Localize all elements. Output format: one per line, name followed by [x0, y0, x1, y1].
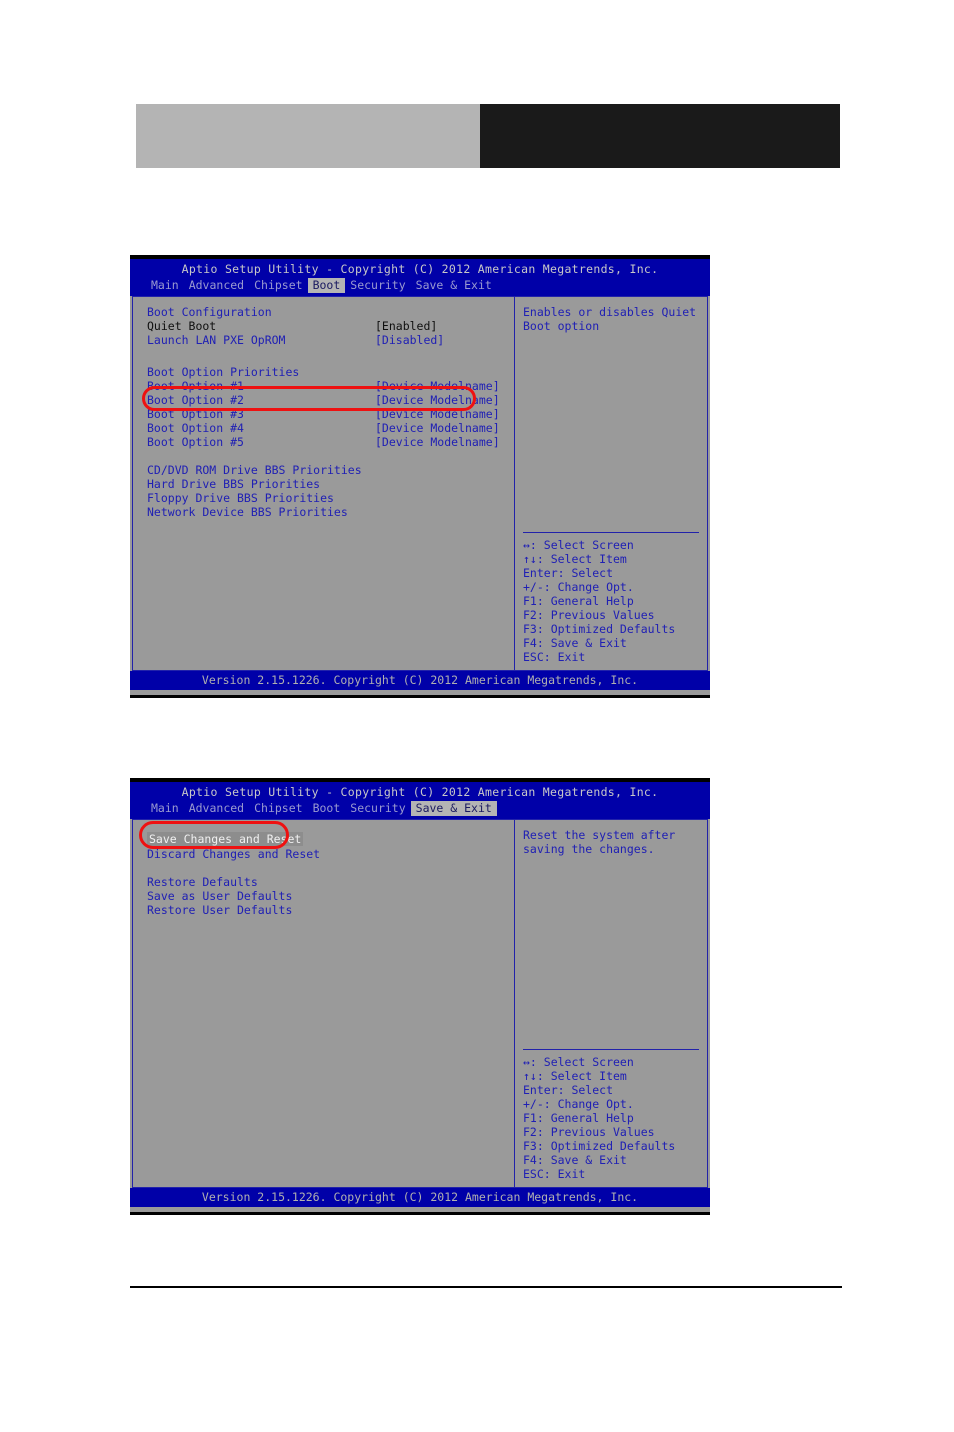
- tab-boot-2[interactable]: Boot: [308, 801, 346, 816]
- key-legend-save-exit: ↔: Select Screen ↑↓: Select Item Enter: …: [523, 1055, 699, 1187]
- document-header-banner: [136, 104, 840, 168]
- bbs-link-hard-drive[interactable]: Hard Drive BBS Priorities: [147, 477, 514, 491]
- help-text-save-exit: Reset the system after saving the change…: [523, 828, 683, 856]
- help-text-boot: Enables or disables Quiet Boot option: [523, 305, 704, 333]
- quiet-boot-value[interactable]: [Enabled]: [375, 319, 437, 333]
- bios-screen-boot: Aptio Setup Utility - Copyright (C) 2012…: [130, 255, 710, 698]
- tab-chipset[interactable]: Chipset: [249, 278, 307, 293]
- key-select-screen: ↔: Select Screen: [523, 538, 634, 552]
- bios-title-1: Aptio Setup Utility - Copyright (C) 2012…: [181, 262, 659, 276]
- boot-option-2-label: Boot Option #2: [147, 393, 244, 407]
- help-pane-save-exit: Reset the system after saving the change…: [514, 820, 707, 1187]
- boot-option-1-value[interactable]: [Device Modelname]: [375, 379, 500, 393]
- help-divider-2: [523, 1049, 699, 1050]
- tab-main[interactable]: Main: [146, 278, 184, 293]
- tab-security-2[interactable]: Security: [345, 801, 410, 816]
- launch-lan-pxe-oprom-label: Launch LAN PXE OpROM: [147, 333, 286, 347]
- bios-titlebar-2: Aptio Setup Utility - Copyright (C) 2012…: [130, 782, 710, 800]
- bios-title-2: Aptio Setup Utility - Copyright (C) 2012…: [181, 785, 659, 799]
- setting-row-quiet-boot[interactable]: Quiet Boot [Enabled]: [147, 319, 514, 333]
- menu-item-save-changes-and-reset[interactable]: Save Changes and Reset: [147, 832, 304, 846]
- bios-body-1: Boot Configuration Quiet Boot [Enabled] …: [132, 296, 708, 671]
- settings-pane-boot: Boot Configuration Quiet Boot [Enabled] …: [133, 297, 514, 670]
- key-f4-save-exit-2: F4: Save & Exit: [523, 1153, 627, 1167]
- key-f3-optimized-defaults-2: F3: Optimized Defaults: [523, 1139, 676, 1153]
- bios-menubar-1: Main Advanced Chipset Boot Security Save…: [130, 277, 710, 296]
- key-f2-previous-values: F2: Previous Values: [523, 608, 655, 622]
- settings-pane-save-exit: Save Changes and Reset Discard Changes a…: [133, 820, 514, 1187]
- boot-option-4-label: Boot Option #4: [147, 421, 244, 435]
- setting-row-launch-lan-pxe-oprom[interactable]: Launch LAN PXE OpROM [Disabled]: [147, 333, 514, 347]
- tab-boot[interactable]: Boot: [307, 278, 346, 293]
- boot-option-row-2[interactable]: Boot Option #2 [Device Modelname]: [147, 393, 514, 407]
- boot-option-row-5[interactable]: Boot Option #5 [Device Modelname]: [147, 435, 514, 449]
- bios-menubar-2: Main Advanced Chipset Boot Security Save…: [130, 800, 710, 819]
- key-f3-optimized-defaults: F3: Optimized Defaults: [523, 622, 676, 636]
- bios-footer-2: Version 2.15.1226. Copyright (C) 2012 Am…: [130, 1188, 710, 1207]
- help-spacer-2: [523, 856, 699, 1049]
- menu-item-save-as-user-defaults[interactable]: Save as User Defaults: [147, 889, 514, 903]
- key-f1-general-help: F1: General Help: [523, 594, 634, 608]
- tab-advanced-2[interactable]: Advanced: [184, 801, 249, 816]
- boot-option-5-label: Boot Option #5: [147, 435, 244, 449]
- bios-body-2: Save Changes and Reset Discard Changes a…: [132, 819, 708, 1188]
- menu-item-discard-changes-and-reset[interactable]: Discard Changes and Reset: [147, 847, 514, 861]
- bios-footer-1: Version 2.15.1226. Copyright (C) 2012 Am…: [130, 671, 710, 690]
- header-band-right: [480, 104, 840, 168]
- tab-chipset-2[interactable]: Chipset: [249, 801, 307, 816]
- key-enter-select-2: Enter: Select: [523, 1083, 614, 1097]
- key-esc-exit: ESC: Exit: [523, 650, 586, 664]
- bbs-link-floppy-drive[interactable]: Floppy Drive BBS Priorities: [147, 491, 514, 505]
- boot-option-2-value[interactable]: [Device Modelname]: [375, 393, 500, 407]
- tab-save-exit-2[interactable]: Save & Exit: [410, 801, 497, 816]
- help-pane-boot: Enables or disables Quiet Boot option ↔:…: [514, 297, 707, 670]
- boot-option-1-label: Boot Option #1: [147, 379, 244, 393]
- boot-option-row-1[interactable]: Boot Option #1 [Device Modelname]: [147, 379, 514, 393]
- help-spacer: [523, 333, 699, 532]
- bbs-link-network-device[interactable]: Network Device BBS Priorities: [147, 505, 514, 519]
- boot-option-priorities-heading: Boot Option Priorities: [147, 365, 514, 379]
- boot-option-row-3[interactable]: Boot Option #3 [Device Modelname]: [147, 407, 514, 421]
- key-f1-general-help-2: F1: General Help: [523, 1111, 634, 1125]
- boot-option-3-label: Boot Option #3: [147, 407, 244, 421]
- boot-configuration-heading-label: Boot Configuration: [147, 305, 272, 319]
- menu-item-save-changes-and-reset-wrap: Save Changes and Reset: [147, 828, 514, 847]
- bios-screen-save-exit: Aptio Setup Utility - Copyright (C) 2012…: [130, 778, 710, 1215]
- key-select-item: ↑↓: Select Item: [523, 552, 627, 566]
- key-esc-exit-2: ESC: Exit: [523, 1167, 586, 1181]
- menu-item-restore-user-defaults[interactable]: Restore User Defaults: [147, 903, 514, 917]
- launch-lan-pxe-oprom-value[interactable]: [Disabled]: [375, 333, 444, 347]
- bbs-link-cd-dvd-rom[interactable]: CD/DVD ROM Drive BBS Priorities: [147, 463, 514, 477]
- boot-configuration-heading: Boot Configuration: [147, 305, 514, 319]
- key-change-opt-2: +/-: Change Opt.: [523, 1097, 634, 1111]
- bios-titlebar-1: Aptio Setup Utility - Copyright (C) 2012…: [130, 259, 710, 277]
- boot-option-5-value[interactable]: [Device Modelname]: [375, 435, 500, 449]
- key-f4-save-exit: F4: Save & Exit: [523, 636, 627, 650]
- key-f2-previous-values-2: F2: Previous Values: [523, 1125, 655, 1139]
- tab-save-exit[interactable]: Save & Exit: [411, 278, 497, 293]
- key-enter-select: Enter: Select: [523, 566, 614, 580]
- help-divider: [523, 532, 699, 533]
- key-legend-boot: ↔: Select Screen ↑↓: Select Item Enter: …: [523, 538, 699, 670]
- key-select-item-2: ↑↓: Select Item: [523, 1069, 627, 1083]
- tab-security[interactable]: Security: [345, 278, 410, 293]
- boot-option-3-value[interactable]: [Device Modelname]: [375, 407, 500, 421]
- key-select-screen-2: ↔: Select Screen: [523, 1055, 634, 1069]
- tab-main-2[interactable]: Main: [146, 801, 184, 816]
- page-bottom-rule: [130, 1286, 842, 1288]
- quiet-boot-label: Quiet Boot: [147, 319, 217, 333]
- header-band-left: [136, 104, 480, 168]
- boot-option-4-value[interactable]: [Device Modelname]: [375, 421, 500, 435]
- menu-item-restore-defaults[interactable]: Restore Defaults: [147, 875, 514, 889]
- tab-advanced[interactable]: Advanced: [184, 278, 249, 293]
- boot-option-priorities-label: Boot Option Priorities: [147, 365, 300, 379]
- key-change-opt: +/-: Change Opt.: [523, 580, 634, 594]
- boot-option-row-4[interactable]: Boot Option #4 [Device Modelname]: [147, 421, 514, 435]
